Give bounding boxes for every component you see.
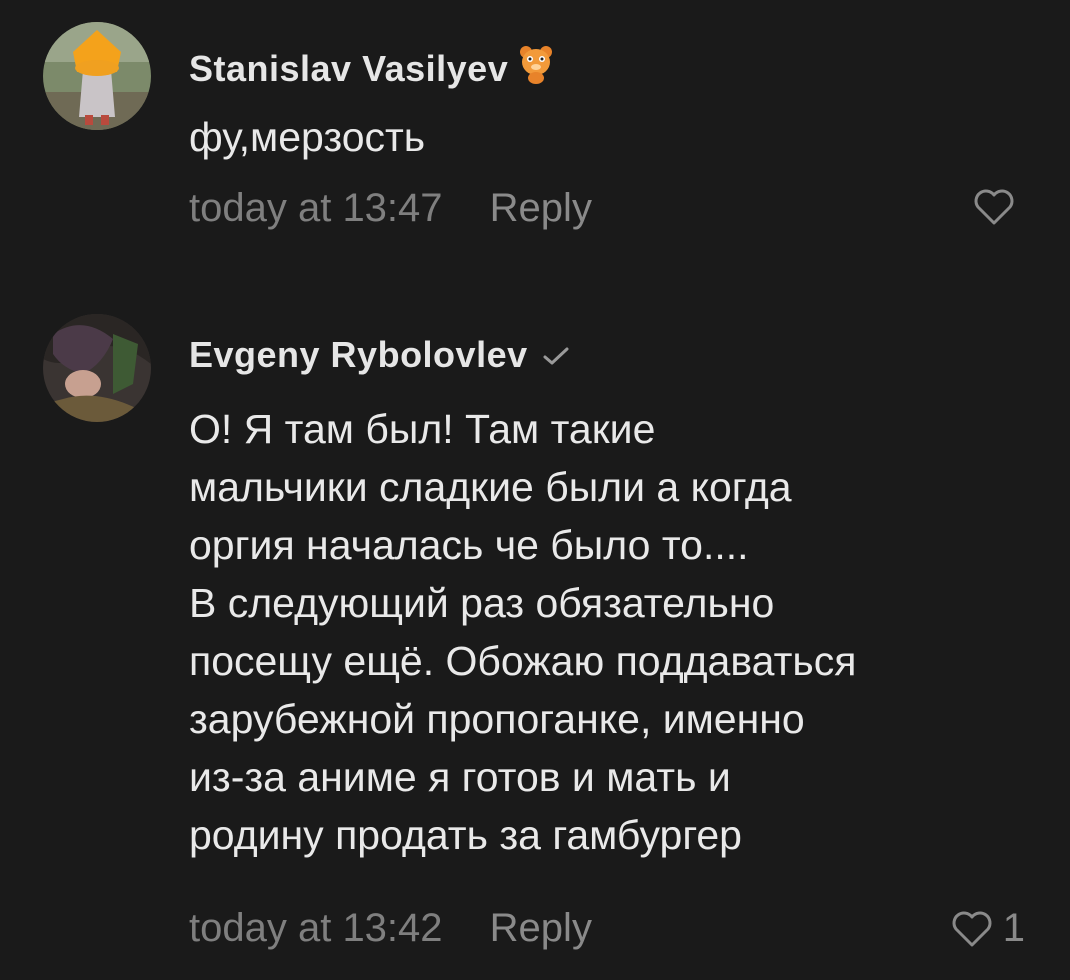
like-count: 1 bbox=[1002, 906, 1025, 950]
comment-meta: today at 13:42 Reply bbox=[189, 906, 592, 951]
checkmark-icon bbox=[542, 334, 570, 376]
timestamp: today at 13:47 bbox=[189, 186, 443, 230]
author-name-text[interactable]: Stanislav Vasilyev bbox=[189, 48, 508, 90]
reply-button[interactable]: Reply bbox=[490, 906, 592, 950]
heart-outline-icon bbox=[973, 188, 1015, 226]
bear-sticker-icon bbox=[518, 44, 554, 93]
timestamp: today at 13:42 bbox=[189, 906, 443, 950]
reply-button[interactable]: Reply bbox=[490, 186, 592, 230]
avatar[interactable] bbox=[43, 314, 151, 422]
author-name[interactable]: Evgeny Rybolovlev bbox=[189, 334, 570, 376]
comments-feed: Stanislav Vasilyev фу,мерзость today at … bbox=[0, 0, 1070, 980]
heart-outline-icon bbox=[951, 910, 993, 948]
avatar[interactable] bbox=[43, 22, 151, 130]
comment-text: О! Я там был! Там такие мальчики сладкие… bbox=[189, 406, 857, 858]
author-name[interactable]: Stanislav Vasilyev bbox=[189, 44, 554, 93]
comment-meta: today at 13:47 Reply bbox=[189, 186, 592, 231]
comment-text: фу,мерзость bbox=[189, 114, 426, 160]
author-name-text[interactable]: Evgeny Rybolovlev bbox=[189, 334, 528, 376]
like-button[interactable] bbox=[973, 188, 1025, 226]
like-button[interactable]: 1 bbox=[951, 906, 1025, 951]
